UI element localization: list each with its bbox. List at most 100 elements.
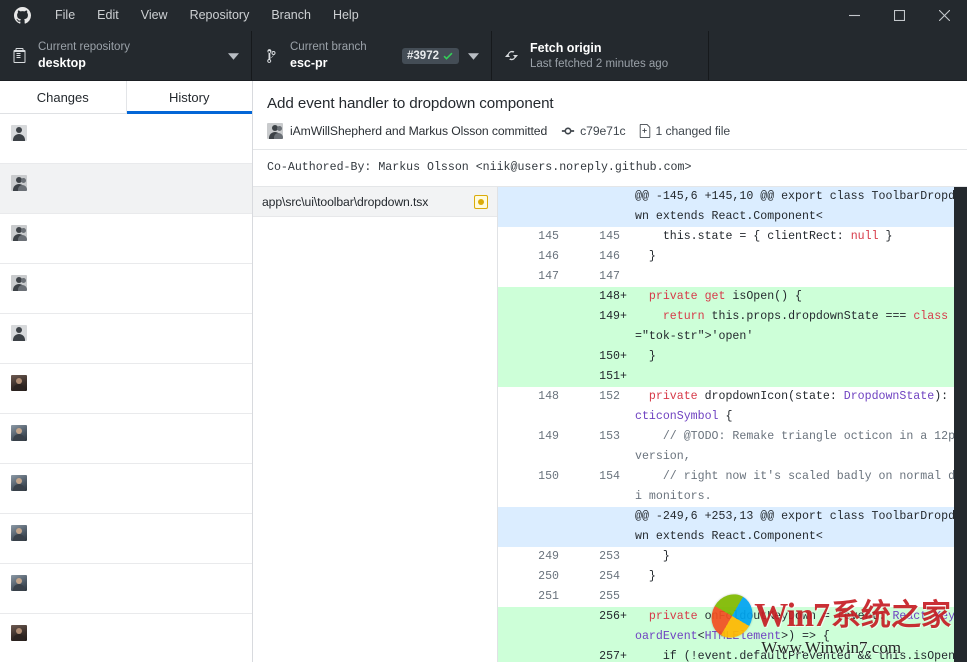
commit-list-item[interactable] xyxy=(0,314,252,364)
menu-repository[interactable]: Repository xyxy=(179,0,261,31)
diff-old-line-number: 148 xyxy=(498,387,559,427)
menu-branch[interactable]: Branch xyxy=(260,0,322,31)
avatar xyxy=(11,575,27,591)
avatar xyxy=(11,175,27,191)
git-branch-icon xyxy=(264,48,290,64)
diff-code-line xyxy=(635,267,967,287)
commit-list-item[interactable] xyxy=(0,614,252,662)
diff-area: app\src\ui\toolbar\dropdown.tsx @@ -145,… xyxy=(253,187,967,662)
commit-list-item-meta xyxy=(11,575,242,591)
diff-new-line-number: 149 xyxy=(559,307,620,347)
diff-new-line-number: 253 xyxy=(559,547,620,567)
current-branch-button[interactable]: Current branch esc-pr #3972 xyxy=(252,31,492,81)
diff-line-ctx: 146146 } xyxy=(498,247,967,267)
tab-history[interactable]: History xyxy=(127,81,253,113)
diff-code-line: } xyxy=(635,347,967,367)
window-controls xyxy=(832,0,967,31)
diff-change-marker: + xyxy=(620,607,635,647)
diff-old-line-number: 147 xyxy=(498,267,559,287)
changed-file-list[interactable]: app\src\ui\toolbar\dropdown.tsx xyxy=(253,187,498,662)
diff-code-line: // @TODO: Remake triangle octicon in a 1… xyxy=(635,427,967,467)
fetch-status: Last fetched 2 minutes ago xyxy=(530,57,698,72)
diff-line-ctx: 250254 } xyxy=(498,567,967,587)
commit-list-item[interactable] xyxy=(0,464,252,514)
diff-code-line: @@ -145,6 +145,10 @@ export class Toolba… xyxy=(635,187,967,227)
current-repository-button[interactable]: Current repository desktop xyxy=(0,31,252,81)
commit-list-item[interactable] xyxy=(0,514,252,564)
file-list-item[interactable]: app\src\ui\toolbar\dropdown.tsx xyxy=(253,187,497,217)
avatar xyxy=(11,375,27,391)
commit-author: iAmWillShepherd and Markus Olsson commit… xyxy=(290,124,547,138)
commit-list-item[interactable] xyxy=(0,114,252,164)
commit-sha-chip[interactable]: c79e71c xyxy=(561,124,625,138)
commit-list-item[interactable] xyxy=(0,364,252,414)
diff-line-hunk: @@ -145,6 +145,10 @@ export class Toolba… xyxy=(498,187,967,227)
diff-code-line: this.state = { clientRect: null } xyxy=(635,227,967,247)
minimize-button[interactable] xyxy=(832,0,877,31)
commit-list-item-meta xyxy=(11,175,242,191)
avatar xyxy=(11,475,27,491)
branch-value: esc-pr xyxy=(290,55,402,71)
changed-files-chip[interactable]: 1 changed file xyxy=(639,124,731,138)
close-button[interactable] xyxy=(922,0,967,31)
repo-book-icon xyxy=(12,48,38,64)
diff-viewer[interactable]: @@ -145,6 +145,10 @@ export class Toolba… xyxy=(498,187,967,662)
diff-old-line-number xyxy=(498,347,559,367)
tab-changes[interactable]: Changes xyxy=(0,81,127,113)
diff-new-line-number: 255 xyxy=(559,587,620,607)
diff-new-line-number: 146 xyxy=(559,247,620,267)
diff-change-marker xyxy=(620,547,635,567)
diff-code-line xyxy=(635,367,967,387)
diff-change-marker: + xyxy=(620,647,635,662)
sync-refresh-icon xyxy=(504,48,530,64)
commit-header: Add event handler to dropdown component … xyxy=(253,81,967,150)
diff-line-add: 257+ if (!event.defaultPrevented && this… xyxy=(498,647,967,662)
commit-list-item-meta xyxy=(11,525,242,541)
commit-list-item[interactable] xyxy=(0,164,252,214)
minimize-icon xyxy=(849,10,860,21)
commit-list-item[interactable] xyxy=(0,564,252,614)
commit-list-item-meta xyxy=(11,225,242,241)
fetch-origin-button[interactable]: Fetch origin Last fetched 2 minutes ago xyxy=(492,31,709,81)
diff-code-line: if (!event.defaultPrevented && this.isOp… xyxy=(635,647,967,662)
commit-sha: c79e71c xyxy=(580,124,625,138)
diff-line-add: 148+ private get isOpen() { xyxy=(498,287,967,307)
diff-line-ctx: 249253 } xyxy=(498,547,967,567)
menu-help[interactable]: Help xyxy=(322,0,370,31)
file-path: app\src\ui\toolbar\dropdown.tsx xyxy=(262,195,474,209)
commit-list-item[interactable] xyxy=(0,264,252,314)
diff-change-marker xyxy=(620,247,635,267)
branch-text: Current branch esc-pr xyxy=(290,40,402,71)
diff-code-line xyxy=(635,587,967,607)
repository-label: Current repository xyxy=(38,40,225,55)
avatar xyxy=(11,125,27,141)
diff-code-line: } xyxy=(635,247,967,267)
diff-new-line-number: 152 xyxy=(559,387,620,427)
commit-detail-pane: Add event handler to dropdown component … xyxy=(253,81,967,662)
diff-old-line-number: 146 xyxy=(498,247,559,267)
menu-edit[interactable]: Edit xyxy=(86,0,130,31)
menu-file[interactable]: File xyxy=(44,0,86,31)
pull-request-badge[interactable]: #3972 xyxy=(402,48,459,64)
commit-list-item[interactable] xyxy=(0,414,252,464)
diff-line-ctx: 145145 this.state = { clientRect: null } xyxy=(498,227,967,247)
diff-table: @@ -145,6 +145,10 @@ export class Toolba… xyxy=(498,187,967,662)
avatar xyxy=(11,625,27,641)
commit-list-item[interactable] xyxy=(0,214,252,264)
avatar xyxy=(11,425,27,441)
diff-old-line-number xyxy=(498,307,559,347)
commit-summary: Add event handler to dropdown component xyxy=(267,95,953,112)
repository-value: desktop xyxy=(38,55,225,71)
diff-change-marker: + xyxy=(620,347,635,367)
diff-old-line-number: 145 xyxy=(498,227,559,247)
toolbar-empty-space xyxy=(709,31,967,81)
diff-new-line-number xyxy=(559,507,620,547)
diff-line-add: 151+ xyxy=(498,367,967,387)
maximize-button[interactable] xyxy=(877,0,922,31)
commit-history-list[interactable] xyxy=(0,114,252,662)
diff-new-line-number: 257 xyxy=(559,647,620,662)
menu-view[interactable]: View xyxy=(130,0,179,31)
diff-old-line-number xyxy=(498,367,559,387)
commit-list-item-meta xyxy=(11,125,242,141)
diff-code-line: private onFoldoutKeyDown = (event: React… xyxy=(635,607,967,647)
